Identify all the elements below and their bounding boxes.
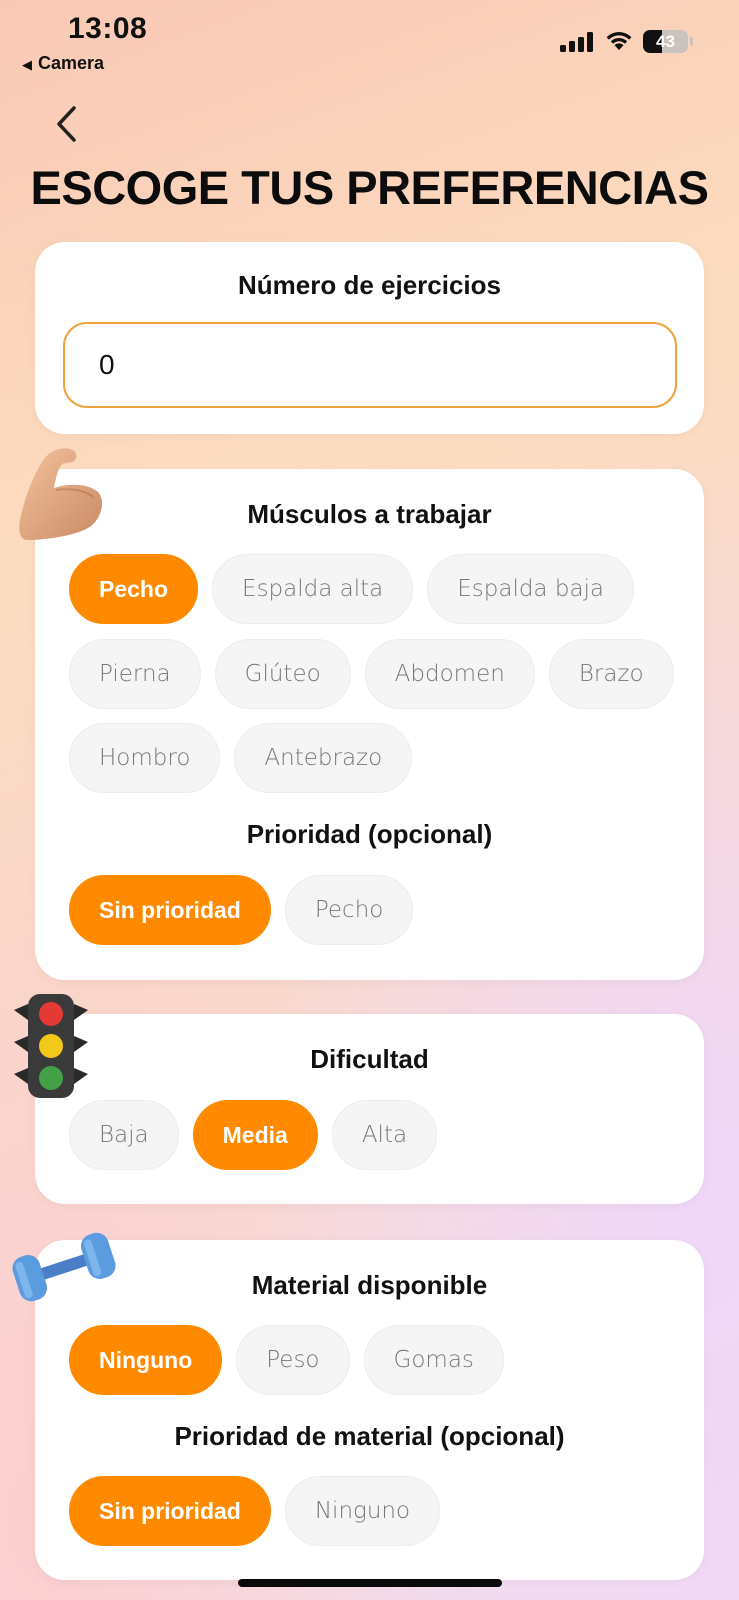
equipment-options-row: Ninguno Peso Gomas xyxy=(69,1325,504,1395)
muscle-options-row-1: Pecho Espalda alta Espalda baja xyxy=(69,554,635,624)
traffic-light-icon xyxy=(14,994,88,1098)
muscle-options-row-2: Pierna Glúteo Abdomen Brazo xyxy=(69,639,674,709)
back-app-label: Camera xyxy=(38,53,105,73)
battery-percent: 43 xyxy=(656,32,675,51)
muscle-priority-chip-pecho[interactable]: Pecho xyxy=(284,875,414,945)
equipment-priority-row: Sin prioridad Ninguno xyxy=(69,1476,441,1546)
muscle-chip-pecho[interactable]: Pecho xyxy=(69,554,199,624)
dumbbell-icon xyxy=(12,1232,116,1302)
wifi-icon xyxy=(606,32,632,50)
equipment-chip-gomas[interactable]: Gomas xyxy=(363,1325,504,1395)
difficulty-card: Dificultad Baja Media Alta xyxy=(35,1014,704,1204)
muscle-chip-pierna[interactable]: Pierna xyxy=(69,639,201,709)
equipment-priority-chip-none[interactable]: Sin prioridad xyxy=(69,1476,271,1546)
battery-icon: 43 xyxy=(643,30,693,53)
equipment-chip-peso[interactable]: Peso xyxy=(236,1325,350,1395)
cellular-signal-icon xyxy=(560,32,594,52)
status-time: 13:08 xyxy=(68,12,148,45)
chevron-left-icon xyxy=(57,106,76,142)
back-to-app-link[interactable]: ◀ Camera xyxy=(22,53,104,74)
exercise-count-title: Número de ejercicios xyxy=(238,270,501,300)
muscle-options-row-3: Hombro Antebrazo xyxy=(69,723,413,793)
muscle-chip-hombro[interactable]: Hombro xyxy=(69,723,221,793)
muscle-chip-brazo[interactable]: Brazo xyxy=(548,639,674,709)
difficulty-chip-baja[interactable]: Baja xyxy=(69,1100,179,1170)
muscles-title: Músculos a trabajar xyxy=(247,499,492,529)
equipment-card: Material disponible Ninguno Peso Gomas P… xyxy=(35,1240,704,1580)
muscle-priority-row: Sin prioridad Pecho xyxy=(69,875,414,945)
muscle-chip-espalda-baja[interactable]: Espalda baja xyxy=(427,554,635,624)
difficulty-options-row: Baja Media Alta xyxy=(69,1100,438,1170)
muscle-priority-chip-none[interactable]: Sin prioridad xyxy=(69,875,271,945)
difficulty-chip-alta[interactable]: Alta xyxy=(331,1100,438,1170)
equipment-title: Material disponible xyxy=(251,1270,488,1300)
home-indicator xyxy=(238,1579,502,1587)
equipment-priority-chip-ninguno[interactable]: Ninguno xyxy=(284,1476,441,1546)
muscle-priority-title: Prioridad (opcional) xyxy=(246,819,493,849)
difficulty-title: Dificultad xyxy=(310,1044,429,1074)
muscles-card: Músculos a trabajar Pecho Espalda alta E… xyxy=(35,469,704,980)
equipment-priority-title: Prioridad de material (opcional) xyxy=(174,1421,565,1451)
page-title: ESCOGE TUS PREFERENCIAS xyxy=(30,161,709,214)
exercise-count-card: Número de ejercicios xyxy=(35,242,704,434)
muscle-chip-espalda-alta[interactable]: Espalda alta xyxy=(212,554,414,624)
difficulty-chip-media[interactable]: Media xyxy=(192,1100,318,1170)
muscle-chip-gluteo[interactable]: Glúteo xyxy=(214,639,351,709)
equipment-chip-ninguno[interactable]: Ninguno xyxy=(69,1325,223,1395)
exercise-count-input[interactable] xyxy=(63,322,677,408)
muscle-chip-abdomen[interactable]: Abdomen xyxy=(364,639,535,709)
flexed-biceps-icon xyxy=(19,448,103,540)
muscle-chip-antebrazo[interactable]: Antebrazo xyxy=(234,723,413,793)
back-button[interactable] xyxy=(46,100,86,148)
back-triangle-icon: ◀ xyxy=(22,57,32,72)
